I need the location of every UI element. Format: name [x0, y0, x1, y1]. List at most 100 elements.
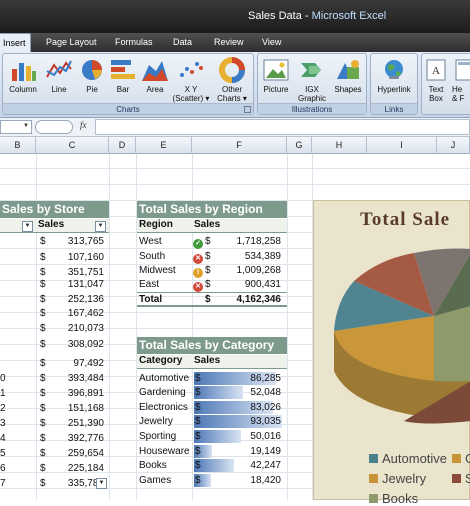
tab-formulas[interactable]: Formulas — [115, 33, 153, 52]
links-group: Hyperlink Links — [370, 53, 418, 115]
status-up-icon: ✓ — [193, 234, 203, 250]
formula-input[interactable] — [95, 119, 470, 135]
region-name: East — [139, 279, 160, 290]
store-sales-value: 308,092 — [67, 339, 104, 350]
category-table-title: Total Sales by Category — [137, 337, 287, 354]
column-headers: B C D E F G H I J — [0, 137, 470, 154]
category-name: Sporting — [139, 431, 177, 442]
column-header-j[interactable]: J — [437, 137, 470, 154]
currency: $ — [205, 236, 211, 247]
region-total-value: 4,162,346 — [236, 294, 282, 305]
chart-title: Total Sale — [360, 209, 451, 230]
sales-header: Sales — [194, 355, 221, 366]
category-name: Games — [139, 475, 172, 486]
currency: $ — [195, 387, 201, 398]
shapes-button[interactable]: Shapes — [331, 57, 365, 94]
legend-item-jewelry: Jewelry — [369, 471, 426, 486]
scatter-chart-button[interactable]: X Y (Scatter) ▾ — [172, 57, 210, 103]
row-fragment: 2 — [0, 403, 6, 414]
text-box-button[interactable]: A Text Box — [423, 57, 449, 103]
tab-page-layout[interactable]: Page Layout — [46, 33, 97, 52]
column-header-c[interactable]: C — [36, 137, 109, 154]
currency: $ — [40, 478, 46, 489]
column-header-i[interactable]: I — [367, 137, 437, 154]
currency: $ — [205, 279, 211, 290]
area-chart-button[interactable]: Area — [139, 57, 171, 94]
name-box[interactable] — [0, 120, 32, 134]
legend-swatch — [369, 494, 378, 503]
category-sales-value: 52,048 — [250, 387, 281, 398]
charts-group-label: Charts — [3, 103, 253, 114]
row-fragment: 5 — [0, 448, 6, 459]
currency: $ — [40, 339, 46, 350]
formula-controls[interactable] — [35, 120, 73, 134]
tab-review[interactable]: Review — [214, 33, 244, 52]
column-header-b[interactable]: B — [0, 137, 36, 154]
legend-swatch — [452, 474, 461, 483]
filter-dropdown[interactable]: ▼ — [96, 478, 107, 489]
column-header-f[interactable]: F — [192, 137, 287, 154]
smartart-icon — [301, 63, 321, 77]
bar-chart-button[interactable]: Bar — [108, 57, 138, 94]
currency: $ — [40, 236, 46, 247]
filter-dropdown[interactable]: ▼ — [22, 221, 33, 232]
insert-function-icon[interactable]: fx — [80, 120, 87, 130]
currency: $ — [195, 431, 201, 442]
currency: $ — [40, 388, 46, 399]
line-chart-icon — [46, 60, 72, 78]
category-sales-value: 42,247 — [250, 460, 281, 471]
store-sales-value: 97,492 — [73, 358, 104, 369]
currency: $ — [195, 416, 201, 427]
currency: $ — [40, 433, 46, 444]
region-sales-value: 900,431 — [244, 279, 281, 290]
status-down-icon: ✕ — [193, 277, 203, 293]
tab-data[interactable]: Data — [173, 33, 192, 52]
links-group-label: Links — [371, 103, 417, 114]
column-header-d[interactable]: D — [109, 137, 136, 154]
column-chart-button[interactable]: Column — [5, 57, 41, 94]
pie-chart-plot — [334, 248, 470, 424]
store-sales-value: 210,073 — [67, 323, 104, 334]
donut-chart-icon — [219, 57, 245, 83]
currency: $ — [40, 308, 46, 319]
sales-header: Sales — [194, 219, 221, 230]
column-header-h[interactable]: H — [312, 137, 367, 154]
legend-swatch — [452, 454, 461, 463]
bar-chart-icon — [111, 60, 135, 79]
category-sales-value: 93,035 — [250, 416, 281, 427]
picture-button[interactable]: Picture — [259, 57, 293, 94]
row-fragment: 4 — [0, 433, 6, 444]
region-sales-value: 1,718,258 — [236, 236, 282, 247]
header-footer-button[interactable]: He & F — [452, 57, 470, 103]
shapes-icon — [337, 60, 359, 79]
store-sales-value: 151,168 — [67, 403, 104, 414]
tab-view[interactable]: View — [262, 33, 281, 52]
region-table-title: Total Sales by Region — [137, 201, 287, 218]
scatter-chart-icon — [180, 62, 203, 77]
legend-swatch — [369, 474, 378, 483]
svg-text:A: A — [432, 65, 440, 77]
charts-group: Column Line Pie Bar Area X Y (Scatter) ▾ … — [2, 53, 254, 115]
igx-graphic-button[interactable]: IGX Graphic — [294, 57, 330, 103]
line-chart-button[interactable]: Line — [43, 57, 75, 94]
currency: $ — [40, 252, 46, 263]
column-header-g[interactable]: G — [287, 137, 312, 154]
pie-chart-object[interactable]: Total Sale Automotive G Jewelry S Books — [313, 200, 470, 506]
tab-insert[interactable]: Insert — [0, 33, 31, 52]
legend-item-books: Books — [369, 491, 418, 506]
pie-chart-button[interactable]: Pie — [76, 57, 108, 94]
hyperlink-button[interactable]: Hyperlink — [372, 57, 416, 94]
category-name: Books — [139, 460, 167, 471]
currency: $ — [205, 294, 211, 305]
other-charts-button[interactable]: Other Charts ▾ — [213, 57, 251, 103]
store-sales-value: 393,484 — [67, 373, 104, 384]
column-header-e[interactable]: E — [136, 137, 192, 154]
filter-dropdown[interactable]: ▼ — [95, 221, 106, 232]
store-sales-value: 392,776 — [67, 433, 104, 444]
currency: $ — [40, 373, 46, 384]
charts-dialog-launcher[interactable] — [244, 106, 251, 113]
gridline — [109, 154, 110, 500]
store-sales-value: 131,047 — [67, 279, 104, 290]
currency: $ — [195, 460, 201, 471]
currency: $ — [40, 323, 46, 334]
